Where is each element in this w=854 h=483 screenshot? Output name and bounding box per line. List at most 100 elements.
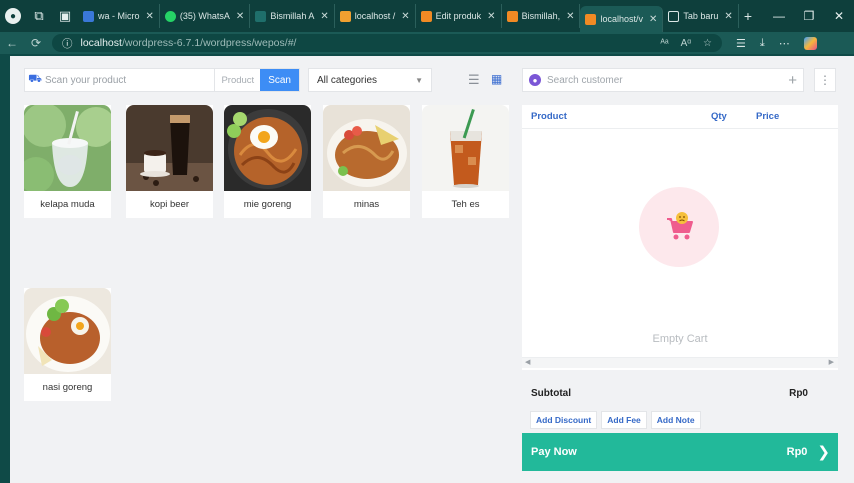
read-aloud-icon[interactable]: Aᵅ <box>681 38 691 49</box>
category-selected-value: All categories <box>317 74 378 86</box>
tab-favicon-icon <box>83 10 94 22</box>
browser-tab[interactable]: Bismillah A ✕ <box>250 4 335 28</box>
pos-page: ⛟ Product Scan All categories ▼ ☰ ▦ <box>10 56 854 483</box>
tab-strip: wa - Micro ✕ (35) WhatsA ✕ Bismillah A ✕ lo… <box>78 0 764 32</box>
tab-favicon-icon <box>255 10 267 22</box>
product-card[interactable]: Teh es <box>422 105 509 218</box>
grid-view-icon[interactable]: ▦ <box>491 72 502 86</box>
tab-actions-icon[interactable]: ▣ <box>52 0 78 32</box>
favorite-star-icon[interactable]: ☆ <box>703 38 712 49</box>
scan-button[interactable]: Scan <box>260 69 299 91</box>
more-options-icon[interactable]: ⋮ <box>814 68 836 92</box>
cart-panel: Product Qty Price Empty Cart ◀ ▶ <box>522 105 838 370</box>
search-customer-input[interactable] <box>547 74 789 86</box>
subtotal-row: Subtotal Rp0 <box>522 381 838 405</box>
window-controls: — ❐ ✕ <box>764 0 854 32</box>
browser-tab[interactable]: Tab baru ✕ <box>663 4 739 28</box>
browser-tab-bar: ● ⧉ ▣ wa - Micro ✕ (35) WhatsA ✕ Bismillah… <box>0 0 854 32</box>
product-name: nasi goreng <box>42 382 93 393</box>
cart-column-price: Price <box>756 111 780 122</box>
favorites-icon[interactable]: ☰ <box>736 37 746 50</box>
tab-label: Tab baru <box>683 11 719 21</box>
url-field[interactable]: ⓘ localhost/wordpress-6.7.1/wordpress/we… <box>52 34 722 52</box>
list-view-icon[interactable]: ☰ <box>468 72 480 88</box>
tab-favicon-icon <box>506 10 518 22</box>
back-icon[interactable]: ← <box>0 36 24 50</box>
refresh-icon[interactable]: ⟳ <box>24 36 48 50</box>
workspaces-icon[interactable]: ⧉ <box>26 0 52 32</box>
barcode-scan-icon: ⛟ <box>28 73 42 85</box>
url-host: localhost <box>80 37 122 49</box>
product-image <box>323 105 410 191</box>
browser-tab-active[interactable]: localhost/v ✕ <box>580 6 664 32</box>
category-select[interactable]: All categories ▼ <box>308 68 432 92</box>
browser-toolbar-right: ☰ ⤓ ⋯ <box>736 36 817 50</box>
product-image <box>24 105 111 191</box>
browser-tab[interactable]: Edit produk ✕ <box>416 4 502 28</box>
tab-label: Edit produk <box>435 11 482 21</box>
scroll-left-icon[interactable]: ◀ <box>525 358 530 366</box>
empty-cart-illustration <box>639 187 719 267</box>
scan-product-input[interactable] <box>45 74 215 86</box>
more-menu-icon[interactable]: ⋯ <box>779 37 790 50</box>
minimize-icon[interactable]: — <box>764 9 794 23</box>
pay-now-label: Pay Now <box>531 446 577 458</box>
product-name: minas <box>353 199 380 210</box>
product-image <box>224 105 311 191</box>
chevron-down-icon: ▼ <box>415 75 423 85</box>
copilot-icon[interactable] <box>803 36 817 50</box>
browser-tab[interactable]: Bismillah, ✕ <box>502 4 581 28</box>
close-icon[interactable]: ✕ <box>401 11 409 22</box>
pay-now-total: Rp0 <box>786 446 808 458</box>
product-mode-label[interactable]: Product <box>214 69 260 91</box>
product-name: Teh es <box>451 199 480 210</box>
product-card[interactable]: mie goreng <box>224 105 311 218</box>
close-icon[interactable]: ✕ <box>146 11 154 22</box>
subtotal-value: Rp0 <box>789 387 808 399</box>
product-name: mie goreng <box>243 199 292 210</box>
close-window-icon[interactable]: ✕ <box>824 9 854 23</box>
product-image <box>422 105 509 191</box>
translate-icon[interactable]: ᴬᵃ <box>660 38 668 49</box>
new-tab-button[interactable]: + <box>739 4 757 28</box>
browser-tab[interactable]: (35) WhatsA ✕ <box>160 4 251 28</box>
profile-icon[interactable]: ● <box>0 0 26 32</box>
add-customer-icon[interactable]: + <box>788 72 797 89</box>
cart-column-product: Product <box>531 111 567 122</box>
close-icon[interactable]: ✕ <box>566 11 574 22</box>
product-card[interactable]: kelapa muda <box>24 105 111 218</box>
close-icon[interactable]: ✕ <box>724 11 732 22</box>
product-card[interactable]: minas <box>323 105 410 218</box>
downloads-icon[interactable]: ⤓ <box>760 37 765 50</box>
restore-icon[interactable]: ❐ <box>794 9 824 23</box>
close-icon[interactable]: ✕ <box>649 14 657 25</box>
tab-label: localhost/v <box>600 14 643 24</box>
tab-label: (35) WhatsA <box>179 11 230 21</box>
add-note-button[interactable]: Add Note <box>650 411 701 429</box>
browser-tab[interactable]: localhost / ✕ <box>335 4 416 28</box>
close-icon[interactable]: ✕ <box>487 11 495 22</box>
browser-tab[interactable]: wa - Micro ✕ <box>78 4 160 28</box>
address-bar: ← ⟳ ⓘ localhost/wordpress-6.7.1/wordpres… <box>0 32 854 54</box>
info-icon[interactable]: ⓘ <box>62 36 73 51</box>
tab-label: localhost / <box>354 11 396 21</box>
product-card[interactable]: kopi beer <box>126 105 213 218</box>
add-discount-button[interactable]: Add Discount <box>530 411 598 429</box>
url-actions: ᴬᵃ Aᵅ ☆ <box>660 38 712 49</box>
tab-label: Bismillah A <box>270 11 315 21</box>
sad-cart-icon <box>667 212 693 240</box>
product-name: kopi beer <box>149 199 190 210</box>
product-image <box>126 105 213 191</box>
close-icon[interactable]: ✕ <box>236 11 244 22</box>
scroll-right-icon[interactable]: ▶ <box>829 358 834 366</box>
tab-favicon-icon <box>585 13 597 25</box>
cart-header: Product Qty Price <box>522 105 838 129</box>
add-fee-button[interactable]: Add Fee <box>601 411 647 429</box>
pay-now-button[interactable]: Pay Now Rp0 ❯ <box>522 433 838 471</box>
tab-favicon-icon <box>668 10 680 22</box>
customer-search: ● + <box>522 68 804 92</box>
cart-horizontal-scrollbar[interactable]: ◀ ▶ <box>522 357 838 368</box>
product-card[interactable]: nasi goreng <box>24 288 111 401</box>
close-icon[interactable]: ✕ <box>320 11 328 22</box>
product-image <box>24 288 111 374</box>
